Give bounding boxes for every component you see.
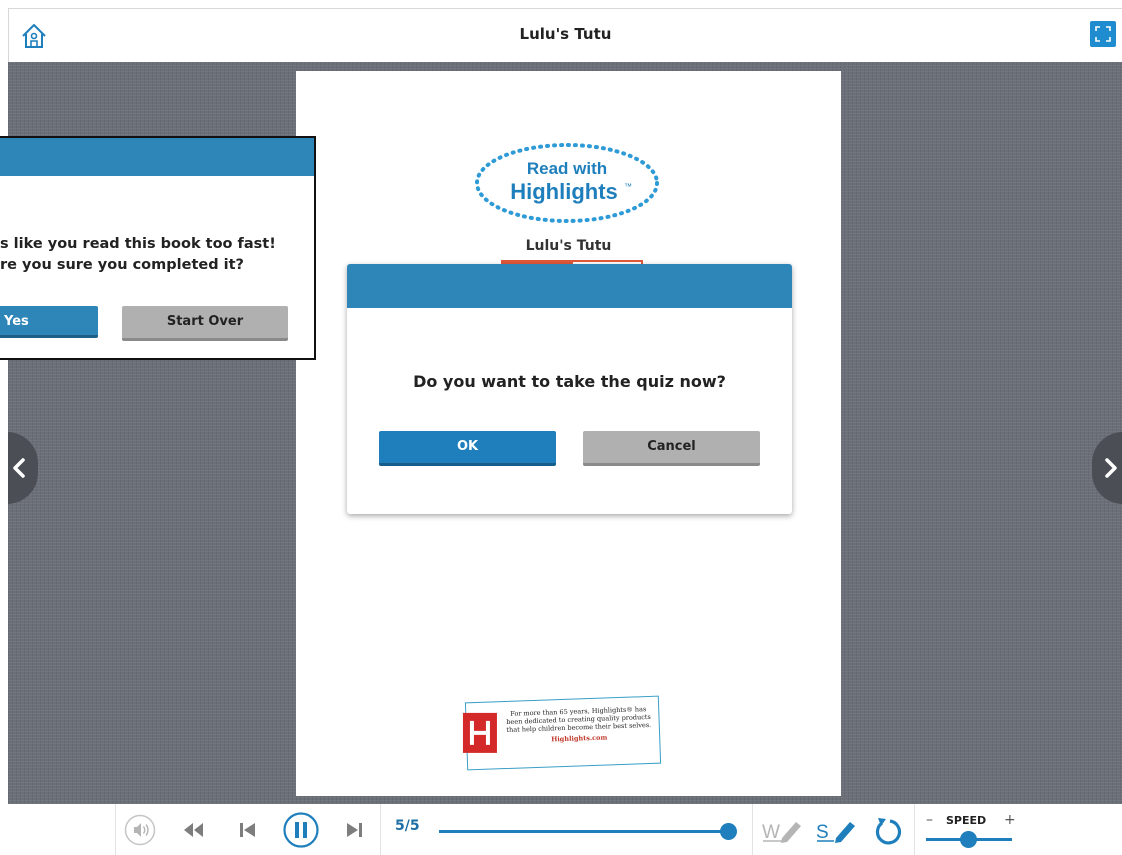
word-highlight-label: W [762, 822, 780, 843]
speed-label: SPEED [946, 814, 987, 827]
highlights-footer-card: For more than 65 years, Highlights® has … [462, 695, 662, 771]
footer-description: For more than 65 years, Highlights® has … [506, 705, 652, 734]
replay-icon[interactable] [872, 815, 904, 851]
book-page-title: Lulu's Tutu [525, 238, 612, 254]
logo-line2: Highlights [510, 179, 618, 204]
logo-line1: Read with [527, 159, 607, 178]
pause-icon[interactable] [283, 812, 319, 852]
ok-button[interactable]: OK [379, 431, 556, 466]
speed-slider-handle[interactable] [960, 831, 977, 848]
cancel-button[interactable]: Cancel [583, 431, 760, 466]
sentence-highlight-pencil-icon[interactable]: S [814, 816, 858, 848]
audio-icon[interactable] [124, 814, 156, 850]
player-toolbar: 5/5 W S – SPEED + [8, 804, 1122, 855]
top-bar: Lulu's Tutu [8, 8, 1122, 62]
page-counter: 5/5 [395, 818, 420, 834]
toolbar-divider [380, 804, 381, 855]
fast-dialog-header [0, 138, 314, 176]
footer-text: For more than 65 years, Highlights® has … [504, 705, 653, 745]
speed-increase-button[interactable]: + [1004, 812, 1016, 828]
highlights-h-logo [462, 712, 497, 753]
speed-decrease-button[interactable]: – [926, 812, 933, 828]
logo-tm: ™ [624, 182, 632, 191]
fast-dialog-line2: re you sure you completed it? [0, 257, 244, 273]
fast-dialog-line1: s like you read this book too fast! [0, 236, 276, 252]
next-track-icon[interactable] [344, 821, 364, 843]
quiz-dialog: Do you want to take the quiz now? OK Can… [347, 264, 792, 514]
rewind-icon[interactable] [182, 821, 206, 843]
previous-page-button[interactable] [8, 432, 38, 504]
book-header-title: Lulu's Tutu [519, 25, 612, 43]
sentence-highlight-label: S [816, 822, 829, 843]
progress-slider-handle[interactable] [720, 823, 737, 840]
quiz-dialog-header [347, 264, 792, 308]
toolbar-divider [752, 804, 753, 855]
read-too-fast-dialog: s like you read this book too fast! re y… [0, 136, 316, 360]
word-highlight-pencil-icon[interactable]: W [760, 816, 804, 848]
progress-slider-track[interactable] [439, 830, 731, 833]
previous-track-icon[interactable] [238, 821, 258, 843]
chevron-left-icon [13, 458, 25, 478]
quiz-dialog-message: Do you want to take the quiz now? [413, 372, 726, 391]
next-page-button[interactable] [1092, 432, 1122, 504]
fast-dialog-message: s like you read this book too fast! re y… [0, 234, 276, 276]
toolbar-divider [115, 804, 116, 855]
read-with-highlights-logo: Read with Highlights ™ [472, 139, 662, 227]
yes-button[interactable]: Yes [0, 306, 98, 338]
fullscreen-icon[interactable] [1090, 21, 1116, 47]
footer-link[interactable]: Highlights.com [505, 732, 653, 745]
toolbar-divider [914, 804, 915, 855]
chevron-right-icon [1105, 458, 1117, 478]
start-over-button[interactable]: Start Over [122, 306, 288, 341]
